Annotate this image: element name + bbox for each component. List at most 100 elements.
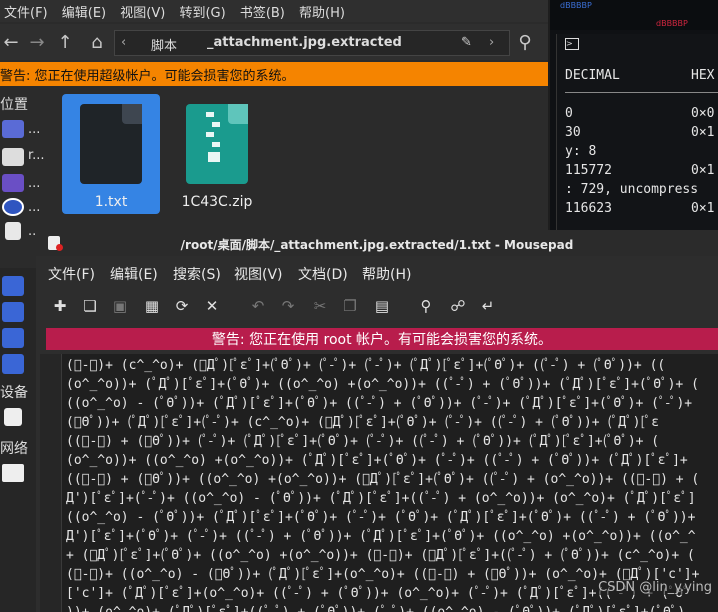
terminal-line: 30	[565, 125, 581, 140]
mousepad-toolbar: ✚ ❏ ▣ ▦ ⟳ ✕ ↶ ↷ ✂ ❐ ▤ ⚲ ☍ ↵	[36, 290, 718, 322]
column-header-hex: HEX	[691, 68, 715, 83]
disk-icon[interactable]	[4, 408, 22, 426]
home-icon[interactable]: ⌂	[86, 32, 108, 54]
menu-file[interactable]: 文件(F)	[48, 264, 95, 284]
undo-icon[interactable]: ↶	[248, 296, 268, 316]
code-line: (o^_^o))+ ((o^_^o) +(o^_^o))+ (ﾟДﾟ)[ﾟεﾟ]…	[66, 453, 688, 468]
sidebar-heading-places: 位置	[0, 97, 28, 113]
file-manager-menubar: 文件(F) 编辑(E) 视图(V) 转到(G) 书签(B) 帮助(H)	[0, 0, 548, 22]
terminal-banner: dBBBBP dBBBBP	[550, 0, 718, 30]
sidebar-item-label[interactable]: ...	[28, 200, 40, 215]
redo-icon[interactable]: ↷	[278, 296, 298, 316]
menu-help[interactable]: 帮助(H)	[362, 264, 411, 284]
edit-path-icon[interactable]: ✎	[461, 35, 472, 50]
copy-icon[interactable]: ❐	[340, 296, 360, 316]
code-line: ))+ (o^_^o)+ (ﾟДﾟ)[ﾟεﾟ]+((ﾟ-ﾟ) + (ﾟΘﾟ))+…	[66, 603, 685, 612]
code-line: Д')[ﾟεﾟ]+(ﾟΘﾟ)+ (ﾟ-ﾟ)+ ((ﾟ-ﾟ) + (ﾟΘﾟ))+ …	[66, 529, 696, 544]
sidebar-heading-devices: 设备	[0, 385, 28, 401]
back-arrow-icon[interactable]: ←	[0, 32, 22, 54]
terminal-line: 0×1	[691, 201, 715, 216]
code-line: (ﾟΘﾟ))+ (ﾟДﾟ)[ﾟεﾟ]+(ﾟ-ﾟ)+ (c^_^o)+ (ﾟДﾟ)…	[66, 415, 660, 430]
zip-archive-icon[interactable]	[186, 104, 248, 184]
save-icon[interactable]: ▣	[110, 296, 130, 316]
sidebar-lower: 设备 网络	[0, 268, 40, 612]
terminal-line: 115772	[565, 163, 612, 178]
find-icon[interactable]: ⚲	[416, 296, 436, 316]
terminal-pane: > DECIMAL HEX 0 0×0 30 0×1 y: 8 115772 0…	[556, 34, 718, 234]
menu-go[interactable]: 转到(G)	[175, 0, 231, 21]
banner-text: dBBBBP	[656, 19, 688, 28]
editor-text-area[interactable]: (ﾟ-ﾟ)+ (c^_^o)+ (ﾟДﾟ)[ﾟεﾟ]+(ﾟΘﾟ)+ (ﾟ-ﾟ)+…	[62, 354, 718, 612]
search-icon[interactable]: ⚲	[514, 32, 536, 54]
goto-line-icon[interactable]: ↵	[478, 296, 498, 316]
breadcrumb-item-current[interactable]: _attachment.jpg.extracted	[207, 35, 402, 50]
network-folder-icon[interactable]	[2, 276, 24, 296]
terminal-line: 0×1	[691, 163, 715, 178]
breadcrumb-item-scripts[interactable]: 脚本	[151, 35, 177, 54]
sidebar-item-home-icon[interactable]	[2, 148, 24, 166]
code-line: Д')[ﾟεﾟ]+(ﾟ-ﾟ)+ ((o^_^o) - (ﾟΘﾟ))+ (ﾟДﾟ)…	[66, 491, 696, 506]
find-replace-icon[interactable]: ☍	[448, 296, 468, 316]
forward-arrow-icon[interactable]: →	[26, 32, 48, 54]
code-line: ['c']+ (ﾟДﾟ)[ﾟεﾟ]+(o^_^o)+ ((ﾟ-ﾟ) + (ﾟΘﾟ…	[66, 586, 690, 601]
new-window-icon[interactable]: ❏	[80, 296, 100, 316]
code-line: (o^_^o))+ (ﾟДﾟ)[ﾟεﾟ]+(ﾟΘﾟ)+ ((o^_^o) +(o…	[66, 377, 699, 392]
terminal-line: 0×1	[691, 125, 715, 140]
mousepad-titlebar: /root/桌面/脚本/_attachment.jpg.extracted/1.…	[36, 230, 718, 256]
breadcrumb: ‹ 脚本 _attachment.jpg.extracted ✎ ›	[114, 30, 510, 56]
header-divider	[565, 92, 718, 93]
cut-icon[interactable]: ✂	[310, 296, 330, 316]
terminal-line: 0	[565, 106, 573, 121]
menu-view[interactable]: 视图(V)	[234, 264, 283, 284]
root-warning-bar: 警告: 您正在使用 root 帐户。有可能会损害您的系统。	[46, 328, 718, 350]
network-icon[interactable]	[2, 464, 24, 482]
menu-file[interactable]: 文件(F)	[0, 0, 54, 21]
sidebar-item-computer-icon[interactable]	[2, 120, 24, 138]
menu-bookmarks[interactable]: 书签(B)	[236, 0, 291, 21]
superuser-warning-bar: 警告: 您正在使用超级帐户。可能会损害您的系统。	[0, 62, 548, 86]
documents-folder-icon[interactable]	[2, 328, 24, 348]
text-file-icon[interactable]	[80, 104, 142, 184]
sidebar-item-label[interactable]: ...	[28, 176, 40, 191]
editor-gutter	[40, 354, 62, 612]
menu-help[interactable]: 帮助(H)	[295, 0, 351, 21]
code-line: ((o^_^o) - (ﾟΘﾟ))+ (ﾟДﾟ)[ﾟεﾟ]+(ﾟΘﾟ)+ (ﾟ-…	[66, 510, 696, 525]
up-arrow-icon[interactable]: ↑	[54, 32, 76, 54]
menu-view[interactable]: 视图(V)	[116, 0, 171, 21]
paste-icon[interactable]: ▤	[372, 296, 392, 316]
sidebar-item-filesystem-icon[interactable]	[2, 198, 24, 216]
music-folder-icon[interactable]	[2, 302, 24, 322]
file-manager-toolbar: ← → ↑ ⌂ ‹ 脚本 _attachment.jpg.extracted ✎…	[0, 24, 548, 60]
breadcrumb-forward-chevron-icon[interactable]: ›	[489, 35, 494, 50]
code-line: ((ﾟ-ﾟ) + (ﾟΘﾟ))+ ((o^_^o) +(o^_^o))+ (ﾟД…	[66, 472, 700, 487]
superuser-warning-text: 警告: 您正在使用超级帐户。可能会损害您的系统。	[0, 69, 295, 84]
terminal-line: y: 8	[565, 144, 597, 159]
downloads-folder-icon[interactable]	[2, 354, 24, 374]
sidebar-item-label[interactable]: r...	[28, 148, 45, 163]
sidebar-item-desktop-icon[interactable]	[2, 174, 24, 192]
code-line: + (ﾟДﾟ)[ﾟεﾟ]+(ﾟΘﾟ)+ ((o^_^o) +(o^_^o))+ …	[66, 548, 695, 563]
close-icon[interactable]: ✕	[202, 296, 222, 316]
column-header-decimal: DECIMAL	[565, 68, 620, 83]
code-line: (ﾟ-ﾟ)+ (c^_^o)+ (ﾟДﾟ)[ﾟεﾟ]+(ﾟΘﾟ)+ (ﾟ-ﾟ)+…	[66, 358, 666, 373]
banner-text: dBBBBP	[560, 1, 592, 10]
sidebar-heading-network: 网络	[0, 441, 28, 457]
reload-icon[interactable]: ⟳	[172, 296, 192, 316]
menu-edit[interactable]: 编辑(E)	[58, 0, 112, 21]
terminal-line: : 729, uncompress	[565, 182, 699, 197]
terminal-line: 0×0	[691, 106, 715, 121]
save-as-icon[interactable]: ▦	[142, 296, 162, 316]
file-name-1-txt[interactable]: 1.txt	[62, 194, 160, 210]
menu-search[interactable]: 搜索(S)	[173, 264, 221, 284]
menu-edit[interactable]: 编辑(E)	[110, 264, 158, 284]
file-name-zip[interactable]: 1C43C.zip	[170, 194, 264, 210]
terminal-line: 116623	[565, 201, 612, 216]
mousepad-menubar: 文件(F) 编辑(E) 搜索(S) 视图(V) 文档(D) 帮助(H)	[36, 260, 718, 286]
new-document-icon[interactable]: ✚	[50, 296, 70, 316]
trash-icon[interactable]	[5, 222, 21, 240]
menu-document[interactable]: 文档(D)	[298, 264, 348, 284]
watermark: CSDN @lin_y.ying	[598, 580, 712, 595]
sidebar-item-label[interactable]: ...	[28, 122, 40, 137]
breadcrumb-back-chevron-icon[interactable]: ‹	[121, 35, 126, 50]
mousepad-title: /root/桌面/脚本/_attachment.jpg.extracted/1.…	[180, 238, 574, 252]
